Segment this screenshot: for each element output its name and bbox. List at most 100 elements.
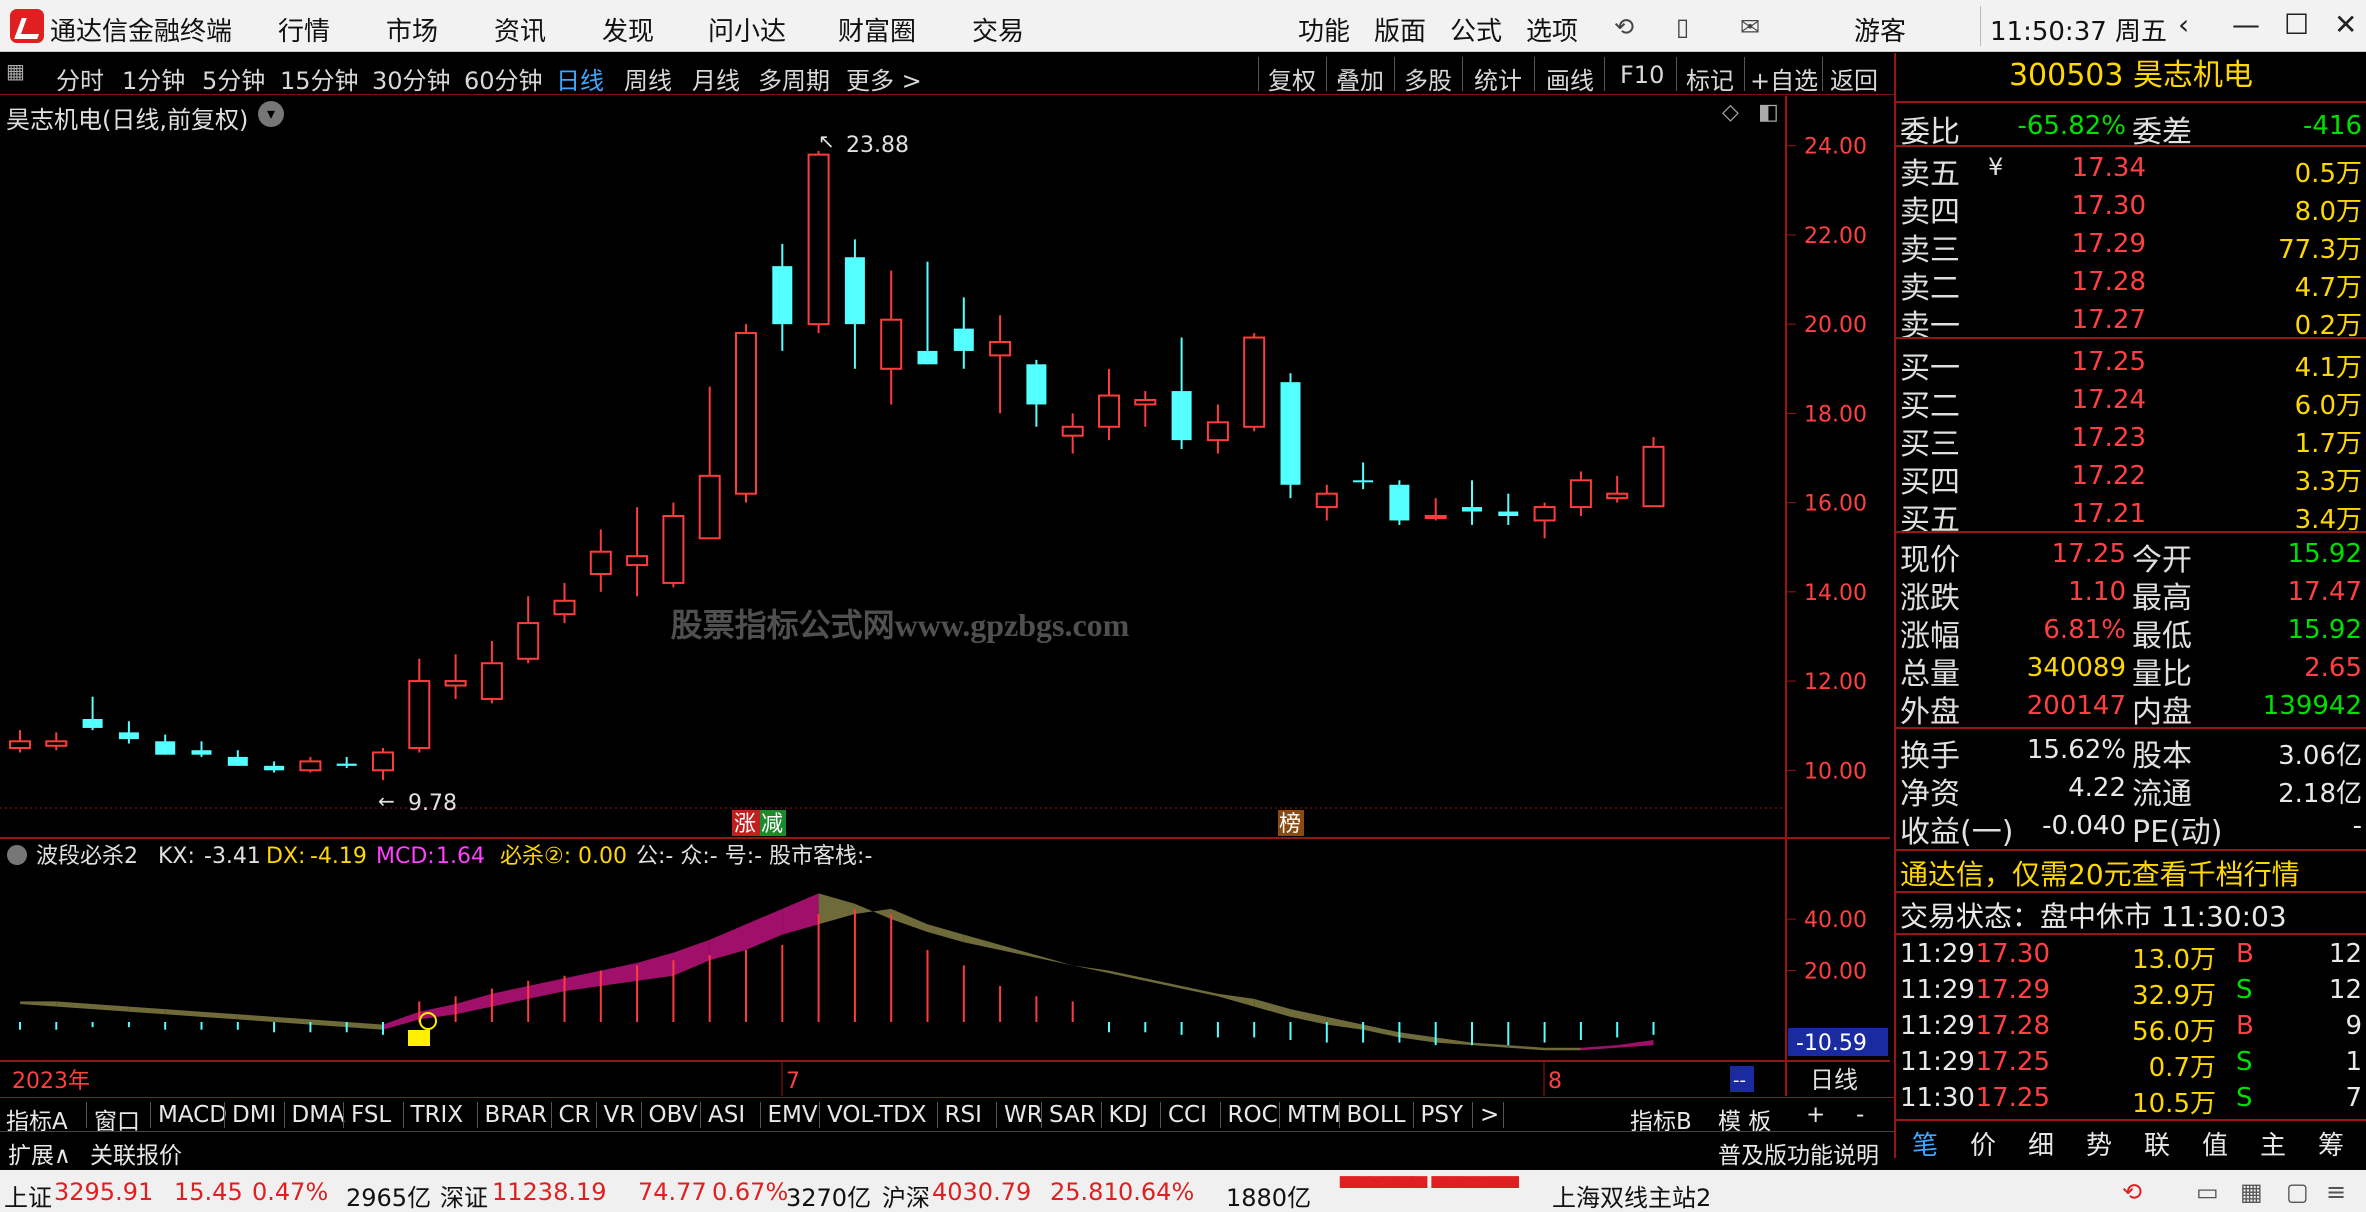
candle[interactable]	[1280, 373, 1301, 499]
buy-row[interactable]: 买三 17.23 1.7万	[1896, 419, 2366, 462]
sell-row[interactable]: 卖三 17.29 77.3万	[1896, 225, 2366, 268]
indicator-tab[interactable]: ASI	[708, 1102, 745, 1128]
minimize-icon[interactable]: —	[2232, 8, 2260, 41]
candle[interactable]	[408, 658, 431, 753]
candle[interactable]	[589, 529, 612, 592]
candle[interactable]	[1026, 359, 1047, 427]
close-icon[interactable]: ✕	[2334, 8, 2357, 41]
edition-help-button[interactable]: 普及版功能说明	[1718, 1136, 1879, 1170]
candle[interactable]	[372, 748, 394, 781]
menu-faxian[interactable]: 发现	[602, 11, 654, 48]
right-tab[interactable]: 主	[2260, 1125, 2286, 1162]
indicator-tab[interactable]: CR	[559, 1102, 591, 1128]
btn-zixuan[interactable]: +自选	[1750, 61, 1818, 96]
back-icon[interactable]: ‹	[2178, 8, 2189, 41]
sell-row[interactable]: 卖五 17.34 0.5万	[1896, 149, 2366, 192]
period-5min[interactable]: 5分钟	[202, 61, 265, 96]
sell-row[interactable]: 卖四 17.30 8.0万	[1896, 187, 2366, 230]
indicator-tab[interactable]: OBV	[649, 1102, 698, 1128]
candle[interactable]	[1389, 480, 1410, 525]
right-tab[interactable]: 值	[2202, 1125, 2228, 1162]
right-tab[interactable]: 势	[2086, 1125, 2112, 1162]
period-daily[interactable]: 日线	[556, 61, 604, 96]
candle[interactable]	[82, 696, 103, 731]
indicator-tab[interactable]: MACD	[158, 1102, 227, 1128]
grid-icon[interactable]: ▦	[2240, 1178, 2263, 1206]
btn-duogu[interactable]: 多股	[1404, 61, 1452, 96]
tag-zhang[interactable]: 涨	[734, 812, 756, 837]
candle[interactable]	[191, 741, 212, 757]
btn-fanhui[interactable]: 返回	[1830, 61, 1878, 96]
candle[interactable]	[9, 730, 31, 753]
indicator-tab[interactable]: VOL-TDX	[827, 1102, 927, 1128]
candle[interactable]	[1171, 337, 1192, 450]
period-weekly[interactable]: 周线	[624, 61, 672, 96]
indicator-tab[interactable]: MTM	[1287, 1102, 1341, 1128]
sell-row[interactable]: 卖二 17.28 4.7万	[1896, 263, 2366, 306]
info-icon[interactable]: ▢	[2286, 1178, 2309, 1206]
period-more[interactable]: 更多 >	[846, 61, 922, 96]
menu-caifuquan[interactable]: 财富圈	[838, 11, 916, 48]
candle[interactable]	[1134, 391, 1157, 427]
candle[interactable]	[1498, 493, 1519, 525]
candle[interactable]	[517, 596, 540, 664]
indicator-tab[interactable]: CCI	[1168, 1102, 1207, 1128]
sell-row[interactable]: 卖一 17.27 0.2万	[1896, 301, 2366, 344]
menu-zixun[interactable]: 资讯	[494, 11, 546, 48]
indicator-tab[interactable]: DMI	[232, 1102, 276, 1128]
add-tab-button[interactable]: +	[1806, 1102, 1825, 1128]
candle[interactable]	[844, 239, 865, 369]
btn-biaoji[interactable]: 标记	[1686, 61, 1734, 96]
btn-huaxian[interactable]: 画线	[1546, 61, 1594, 96]
period-30min[interactable]: 30分钟	[372, 61, 451, 96]
chart-title-dropdown-icon[interactable]: ▾	[258, 101, 284, 127]
candle[interactable]	[917, 261, 938, 365]
right-tab[interactable]: 细	[2028, 1125, 2054, 1162]
layout-icon[interactable]: ▦	[6, 59, 25, 83]
diamond-icon[interactable]: ◇	[1722, 100, 1739, 125]
candle[interactable]	[1353, 462, 1374, 490]
candle[interactable]	[480, 640, 503, 704]
candle[interactable]	[1606, 475, 1629, 503]
indicator-tab[interactable]: WR	[1004, 1102, 1043, 1128]
buy-row[interactable]: 买五 17.21 3.4万	[1896, 495, 2366, 538]
candle[interactable]	[735, 324, 757, 503]
indicator-tab[interactable]: VR	[604, 1102, 636, 1128]
indicator-tab[interactable]: BRAR	[485, 1102, 548, 1128]
candle[interactable]	[1462, 480, 1482, 525]
indicator-tab[interactable]: FSL	[351, 1102, 391, 1128]
promo-text[interactable]: 通达信，仅需20元查看千档行情	[1900, 853, 2300, 893]
candle[interactable]	[989, 315, 1012, 414]
indicator-tab[interactable]: RSI	[945, 1102, 982, 1128]
candle[interactable]	[1424, 498, 1447, 521]
indicator-tab[interactable]: KDJ	[1109, 1102, 1149, 1128]
right-tab[interactable]: 价	[1970, 1125, 1996, 1162]
buy-row[interactable]: 买二 17.24 6.0万	[1896, 381, 2366, 424]
phone-icon[interactable]: ▯	[1676, 13, 1689, 41]
menu-xuanxiang[interactable]: 选项	[1526, 11, 1578, 48]
menu-shichang[interactable]: 市场	[386, 11, 438, 48]
window-icon[interactable]: ▭	[2196, 1178, 2219, 1206]
candle[interactable]	[155, 734, 176, 755]
indicator-tab[interactable]: DMA	[292, 1102, 345, 1128]
refresh-icon[interactable]: ⟲	[1614, 13, 1634, 41]
tag-jian[interactable]: 减	[761, 812, 783, 837]
user-label[interactable]: 游客	[1854, 11, 1906, 48]
settings-icon[interactable]: ≡	[2326, 1178, 2346, 1206]
candle[interactable]	[299, 756, 322, 773]
candle[interactable]	[662, 502, 685, 588]
menu-wenxiaoda[interactable]: 问小达	[708, 11, 786, 48]
candle[interactable]	[1206, 404, 1229, 454]
candle[interactable]	[553, 582, 576, 624]
candle[interactable]	[336, 756, 357, 769]
kline-chart[interactable]: 24.00 22.00 20.00 18.00 16.00 14.00 12.00 10.00…	[0, 96, 1890, 1096]
server-name[interactable]: 上海双线主站2	[1552, 1178, 1711, 1212]
sync-icon[interactable]: ⟲	[2122, 1178, 2142, 1206]
candle[interactable]	[45, 732, 68, 751]
indicator-dropdown-icon[interactable]	[7, 845, 27, 865]
candle[interactable]	[807, 151, 830, 334]
menu-hangqing[interactable]: 行情	[278, 11, 330, 48]
buy-row[interactable]: 买一 17.25 4.1万	[1896, 343, 2366, 386]
candle[interactable]	[1315, 484, 1338, 521]
period-15min[interactable]: 15分钟	[280, 61, 359, 96]
